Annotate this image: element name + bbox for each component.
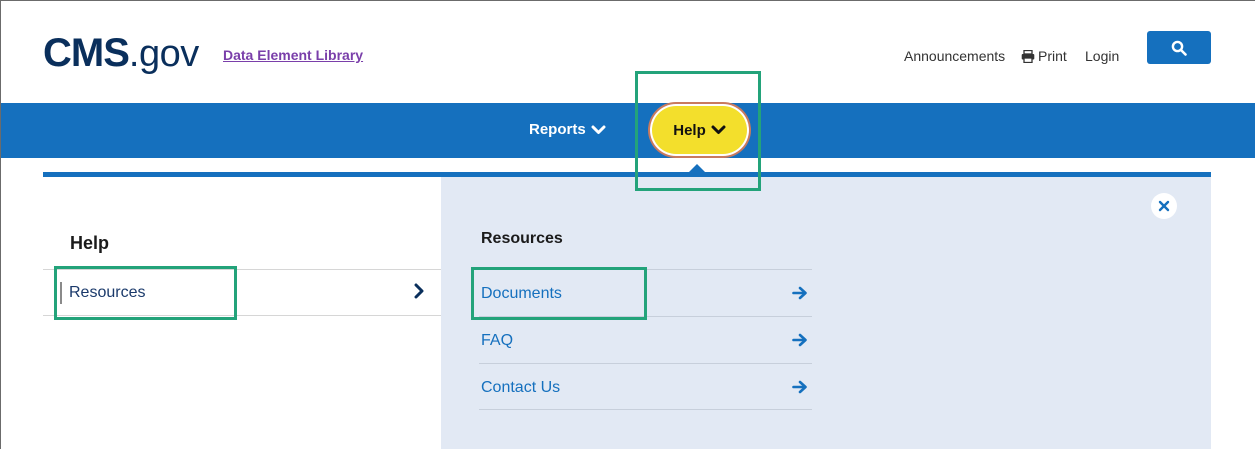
arrow-right-icon bbox=[792, 286, 807, 300]
nav-help[interactable]: Help bbox=[652, 106, 747, 154]
announcements-link[interactable]: Announcements bbox=[904, 48, 1005, 64]
sidebar-item-resources[interactable]: Resources bbox=[43, 269, 441, 316]
search-icon bbox=[1171, 40, 1187, 56]
sidebar-item-label: Resources bbox=[69, 284, 146, 301]
resource-item-documents[interactable]: Documents bbox=[479, 269, 812, 316]
logo-cms-text: CMS bbox=[43, 31, 130, 75]
login-link[interactable]: Login bbox=[1085, 48, 1119, 64]
arrow-right-icon bbox=[792, 333, 807, 347]
data-element-library-link[interactable]: Data Element Library bbox=[223, 47, 363, 63]
main-nav: Reports Help bbox=[1, 103, 1255, 158]
chevron-down-icon bbox=[711, 125, 726, 134]
nav-reports[interactable]: Reports bbox=[529, 121, 606, 138]
panel-right-title: Resources bbox=[481, 230, 563, 247]
print-icon bbox=[1021, 49, 1035, 63]
nav-help-label: Help bbox=[673, 121, 706, 139]
panel-left-title: Help bbox=[70, 233, 110, 253]
resource-item-faq[interactable]: FAQ bbox=[479, 316, 812, 363]
site-header: CMS .gov Data Element Library Announceme… bbox=[1, 1, 1255, 103]
logo-gov-text: .gov bbox=[128, 33, 199, 75]
search-button[interactable] bbox=[1147, 31, 1211, 64]
arrow-right-icon bbox=[792, 380, 807, 394]
print-label: Print bbox=[1038, 48, 1067, 64]
chevron-right-icon bbox=[414, 283, 424, 299]
resource-item-contact-us[interactable]: Contact Us bbox=[479, 363, 812, 410]
resource-label: Documents bbox=[481, 285, 562, 302]
resource-label: Contact Us bbox=[481, 379, 561, 396]
print-link[interactable]: Print bbox=[1021, 48, 1067, 64]
resources-list: Documents FAQ Contact Us bbox=[479, 269, 812, 410]
browser-frame: CMS .gov Data Element Library Announceme… bbox=[0, 0, 1255, 449]
active-indicator bbox=[60, 282, 62, 304]
close-icon bbox=[1158, 200, 1170, 212]
chevron-down-icon bbox=[591, 125, 606, 134]
cms-logo[interactable]: CMS .gov bbox=[43, 31, 199, 76]
nav-reports-label: Reports bbox=[529, 121, 586, 138]
close-panel-button[interactable] bbox=[1151, 193, 1177, 219]
resource-label: FAQ bbox=[481, 332, 514, 349]
